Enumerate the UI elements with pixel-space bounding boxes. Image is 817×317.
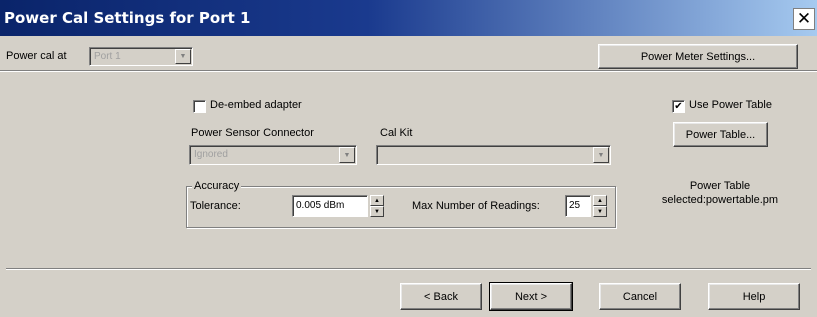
max-readings-label: Max Number of Readings: (412, 200, 540, 212)
close-button[interactable]: ✕ (793, 8, 815, 30)
cal-kit-label: Cal Kit (380, 127, 413, 139)
power-sensor-connector-value: Ignored (194, 149, 228, 160)
max-readings-input[interactable]: 25 (565, 195, 591, 217)
window-title: Power Cal Settings for Port 1 (4, 9, 251, 27)
top-toolbar: Power cal at Port 1 ▼ Power Meter Settin… (0, 36, 817, 71)
tolerance-stepper[interactable]: ▲ ▼ (370, 195, 384, 217)
accuracy-group (186, 186, 616, 228)
spin-down-icon[interactable]: ▼ (593, 206, 607, 217)
tolerance-label: Tolerance: (190, 200, 241, 212)
power-table-button[interactable]: Power Table... (673, 122, 768, 147)
spin-up-icon[interactable]: ▲ (593, 195, 607, 206)
chevron-down-icon: ▼ (339, 147, 355, 163)
power-cal-at-label: Power cal at (6, 50, 67, 62)
power-cal-at-value: Port 1 (94, 51, 121, 62)
power-meter-settings-button[interactable]: Power Meter Settings... (598, 44, 798, 69)
next-button[interactable]: Next > (489, 282, 573, 311)
checkmark-icon: ✔ (674, 100, 683, 112)
power-table-info: Power Table selected:powertable.pm (640, 180, 800, 206)
deembed-label: De-embed adapter (210, 99, 302, 111)
max-readings-stepper[interactable]: ▲ ▼ (593, 195, 607, 217)
cancel-button[interactable]: Cancel (599, 283, 681, 310)
power-table-info-title: Power Table (689, 180, 751, 192)
chevron-down-icon: ▼ (175, 49, 191, 64)
power-cal-at-select[interactable]: Port 1 ▼ (89, 47, 193, 66)
spin-down-icon[interactable]: ▼ (370, 206, 384, 217)
accuracy-group-label: Accuracy (192, 180, 242, 192)
power-sensor-connector-label: Power Sensor Connector (191, 127, 314, 139)
cal-kit-select[interactable]: ▼ (376, 145, 611, 165)
help-button[interactable]: Help (708, 283, 800, 310)
tolerance-input[interactable]: 0.005 dBm (292, 195, 368, 217)
spin-up-icon[interactable]: ▲ (370, 195, 384, 206)
back-button[interactable]: < Back (400, 283, 482, 310)
use-power-table-checkbox[interactable]: ✔ (672, 100, 685, 113)
use-power-table-label: Use Power Table (689, 99, 772, 111)
chevron-down-icon: ▼ (593, 147, 609, 163)
close-icon: ✕ (796, 9, 812, 29)
power-sensor-connector-select[interactable]: Ignored ▼ (189, 145, 357, 165)
power-table-info-file: selected:powertable.pm (661, 194, 779, 206)
deembed-checkbox[interactable] (193, 100, 206, 113)
title-bar: Power Cal Settings for Port 1 ✕ (0, 0, 817, 36)
footer-separator (6, 268, 811, 270)
